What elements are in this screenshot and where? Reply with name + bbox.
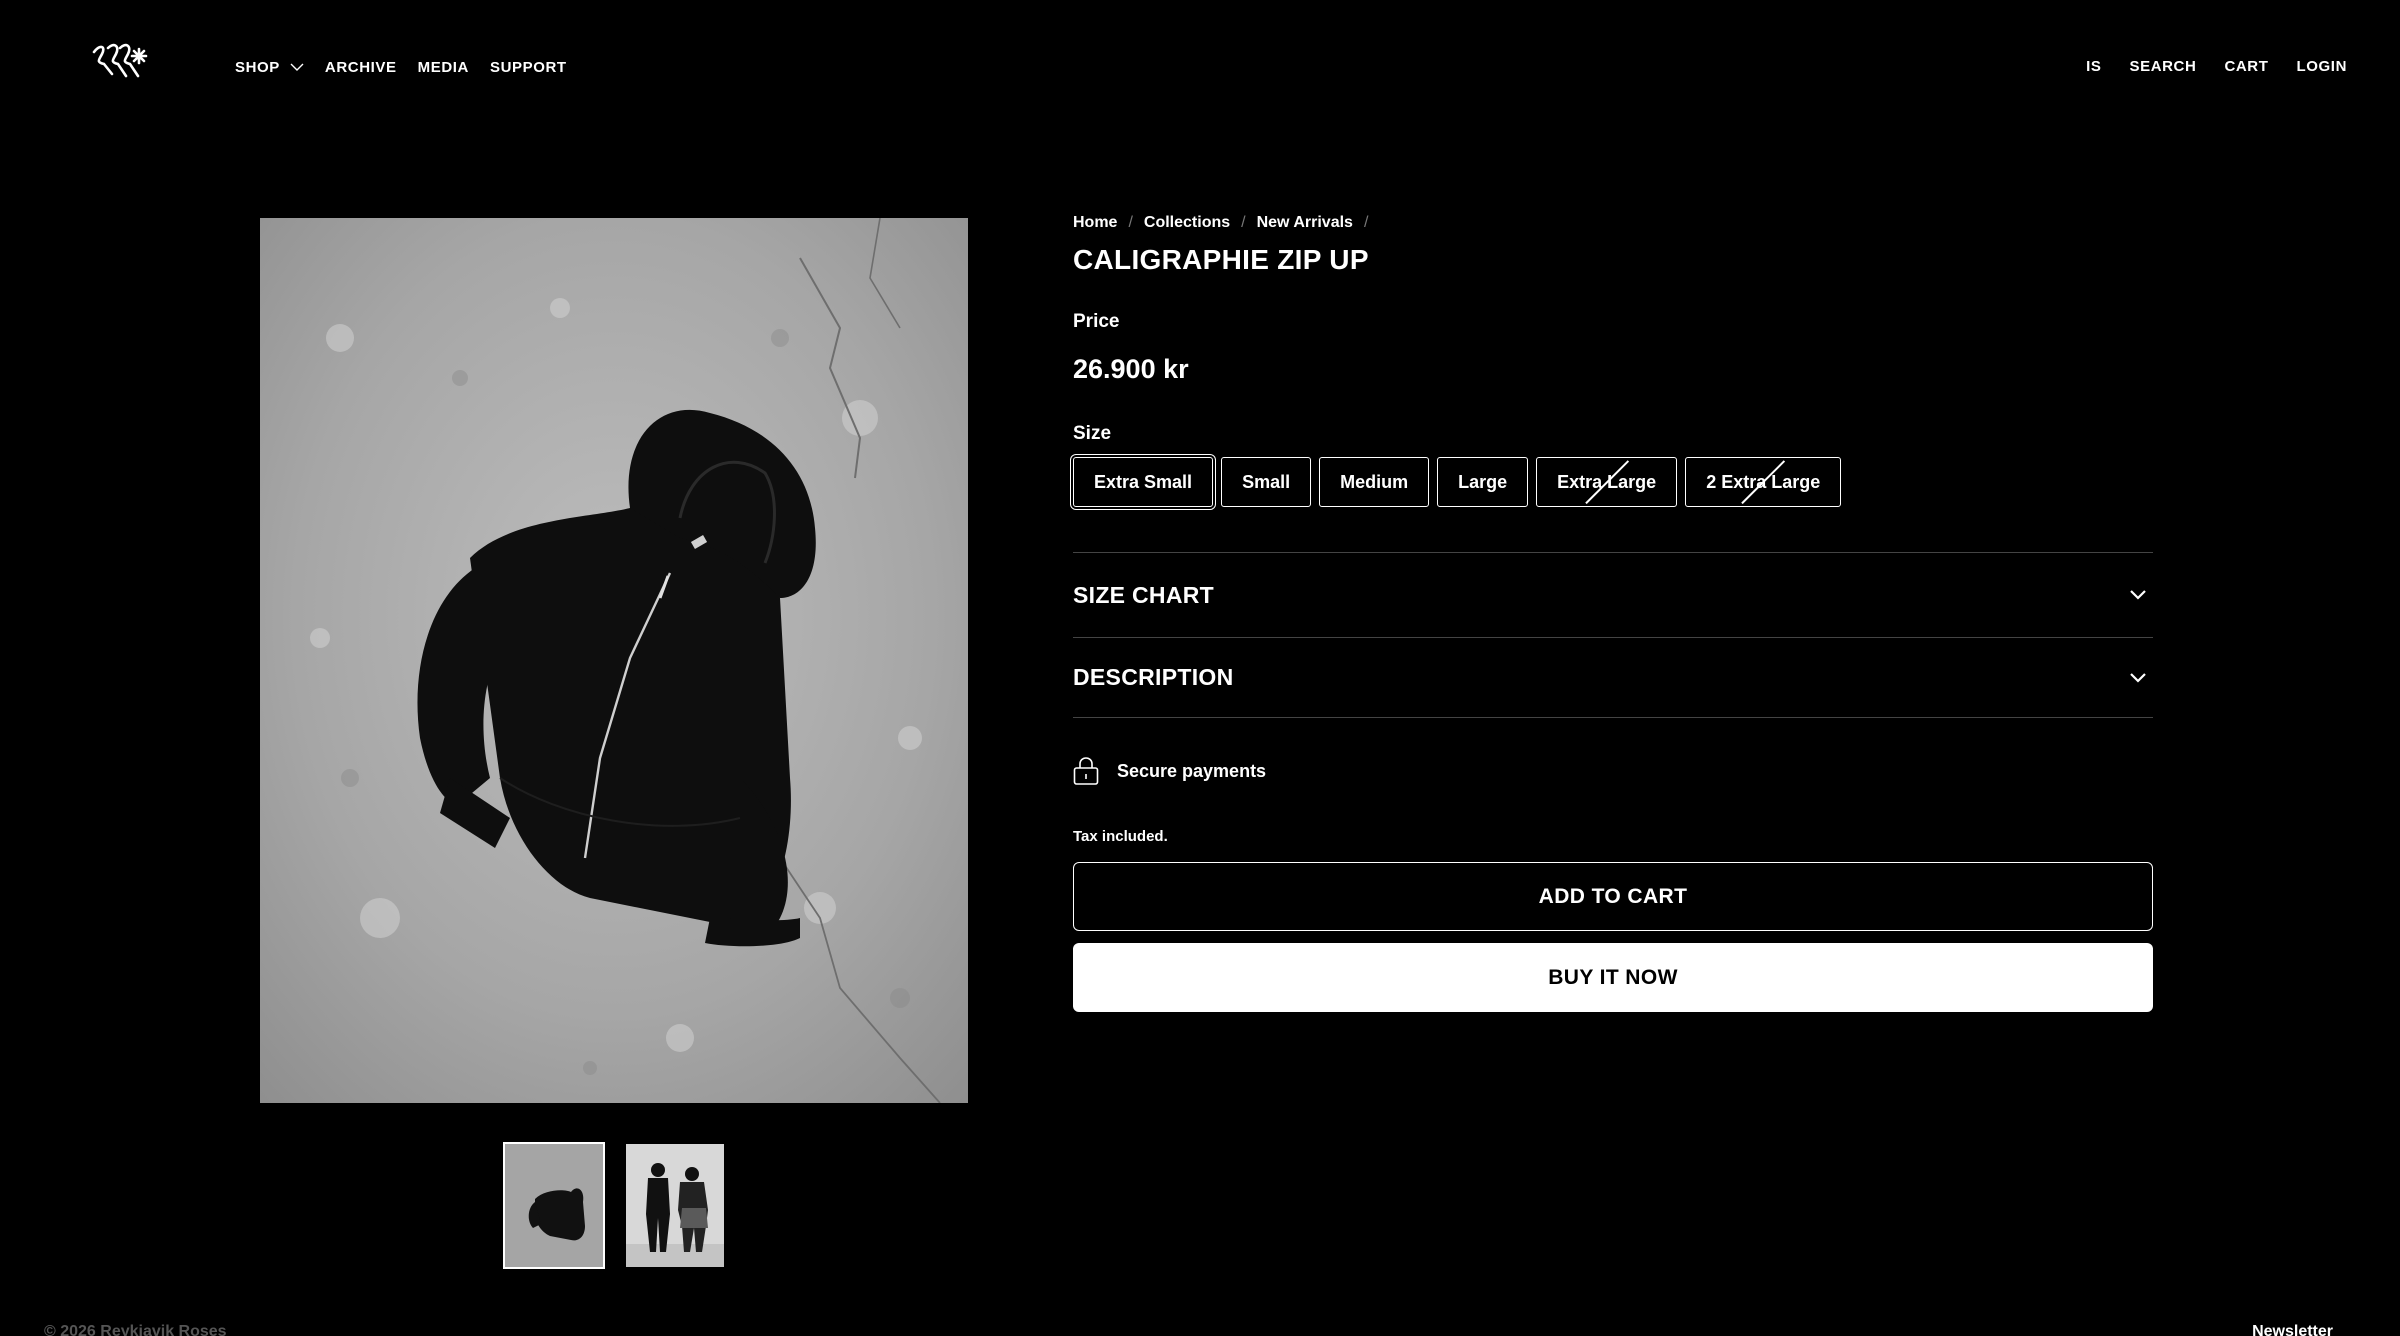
size-option-2-extra-large[interactable]: 2 Extra Large xyxy=(1685,457,1842,507)
models-thumbnail-image xyxy=(626,1144,724,1267)
breadcrumb-new-arrivals[interactable]: New Arrivals xyxy=(1257,214,1353,232)
size-option-small[interactable]: Small xyxy=(1221,457,1312,507)
footer-newsletter-link[interactable]: Newsletter xyxy=(2252,1323,2333,1336)
nav-search[interactable]: SEARCH xyxy=(2129,57,2196,75)
product-price: 26.900 kr xyxy=(1073,354,1189,384)
breadcrumb-separator: / xyxy=(1128,214,1133,231)
chevron-down-icon xyxy=(290,63,304,71)
size-option-extra-large[interactable]: Extra Large xyxy=(1536,457,1678,507)
hoodie-photo xyxy=(260,218,968,1103)
main-nav: SHOP ARCHIVE MEDIA SUPPORT xyxy=(235,58,567,76)
secure-payments: Secure payments xyxy=(1073,756,2153,786)
hoodie-thumbnail-image xyxy=(505,1144,603,1267)
add-to-cart-button[interactable]: ADD TO CART xyxy=(1073,862,2153,931)
description-toggle[interactable]: DESCRIPTION xyxy=(1073,638,2153,718)
product-page: SHOP ARCHIVE MEDIA SUPPORT IS SEARCH CAR… xyxy=(0,0,2400,1336)
lock-icon xyxy=(1073,757,1099,785)
nav-support[interactable]: SUPPORT xyxy=(490,58,567,76)
nav-archive[interactable]: ARCHIVE xyxy=(325,58,397,76)
product-title: CALIGRAPHIE ZIP UP xyxy=(1073,244,1369,275)
size-chart-title: SIZE CHART xyxy=(1073,581,1214,608)
product-accordion: SIZE CHART DESCRIPTION xyxy=(1073,552,2153,718)
size-chart-toggle[interactable]: SIZE CHART xyxy=(1073,553,2153,638)
product-main-image[interactable] xyxy=(260,218,968,1103)
brand-logo[interactable] xyxy=(90,40,154,86)
price-label: Price xyxy=(1073,311,1120,332)
language-switch[interactable]: IS xyxy=(2086,57,2101,75)
breadcrumb-home[interactable]: Home xyxy=(1073,214,1117,232)
nav-login[interactable]: LOGIN xyxy=(2297,57,2348,75)
size-option-medium[interactable]: Medium xyxy=(1319,457,1430,507)
thumbnail-hoodie-flatlay[interactable] xyxy=(503,1142,605,1269)
chevron-down-icon xyxy=(2130,672,2146,683)
nav-media[interactable]: MEDIA xyxy=(418,58,469,76)
footer-copyright: © 2026 Reykjavik Roses xyxy=(44,1323,227,1336)
thumbnail-models[interactable] xyxy=(626,1144,724,1267)
breadcrumb-separator: / xyxy=(1363,214,1369,231)
nav-cart[interactable]: CART xyxy=(2224,57,2268,75)
secure-payments-text: Secure payments xyxy=(1117,760,1267,781)
size-option-large[interactable]: Large xyxy=(1437,457,1529,507)
utility-nav: IS SEARCH CART LOGIN xyxy=(2086,57,2347,75)
nav-shop[interactable]: SHOP xyxy=(235,58,304,76)
nav-shop-label: SHOP xyxy=(235,58,280,76)
size-label: Size xyxy=(1073,423,1112,444)
buy-now-button[interactable]: BUY IT NOW xyxy=(1073,943,2153,1012)
breadcrumb-separator: / xyxy=(1241,214,1246,231)
description-title: DESCRIPTION xyxy=(1073,664,1234,690)
breadcrumb-collections[interactable]: Collections xyxy=(1144,214,1230,232)
breadcrumb: Home / Collections / New Arrivals / xyxy=(1073,214,2153,232)
chevron-down-icon xyxy=(2130,590,2146,600)
tax-note: Tax included. xyxy=(1073,828,1168,845)
product-info: Home / Collections / New Arrivals / CALI… xyxy=(1073,214,2153,1012)
size-selector: Extra Small Small Medium Large Extra Lar… xyxy=(1073,457,2153,507)
thumbnail-strip xyxy=(503,1142,724,1269)
size-option-extra-small[interactable]: Extra Small xyxy=(1073,457,1214,507)
